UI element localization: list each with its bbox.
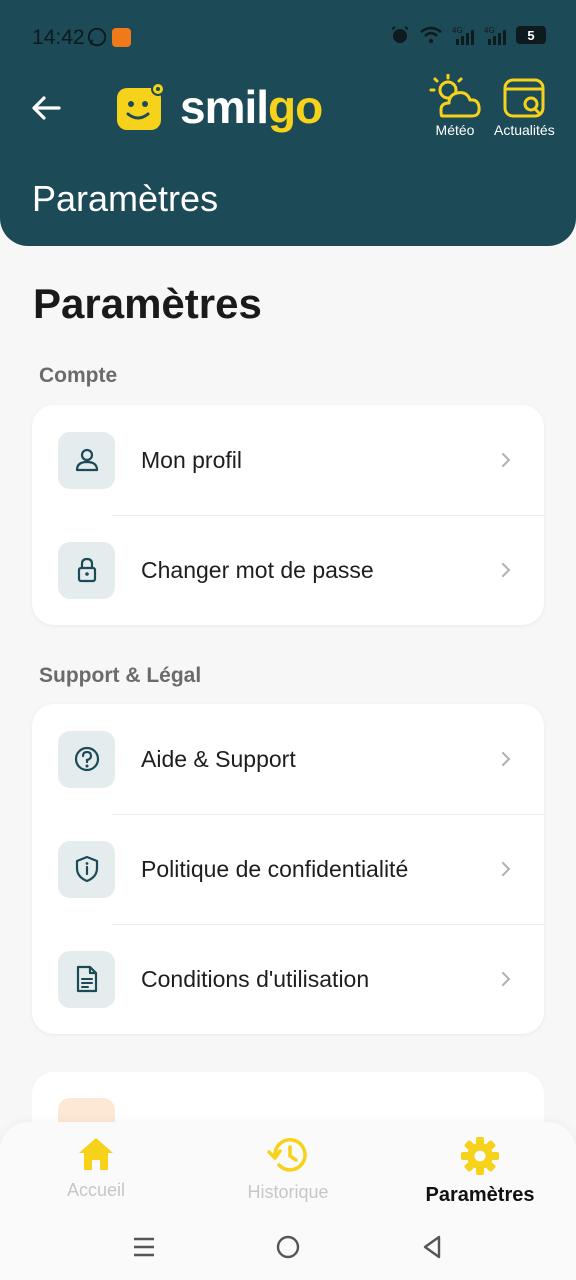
row-label: Mon profil xyxy=(141,446,242,473)
battery-icon: 5 xyxy=(516,26,546,44)
arrow-left-icon xyxy=(32,96,61,120)
user-icon xyxy=(58,431,115,489)
settings-row-changer-mot-de-passe[interactable]: Changer mot de passe xyxy=(32,515,544,625)
svg-text:4G: 4G xyxy=(452,26,463,35)
system-navigation-bar xyxy=(0,1218,576,1280)
logo-text-smil: smil xyxy=(180,81,269,133)
settings-row-mon-profil[interactable]: Mon profil xyxy=(32,405,544,515)
chevron-right-icon xyxy=(502,972,511,986)
row-label: Politique de confidentialité xyxy=(141,855,409,882)
nav-label: Historique xyxy=(247,1182,329,1202)
nav-item-accueil[interactable]: Accueil xyxy=(0,1136,192,1201)
weather-icon xyxy=(429,74,481,118)
status-icons: 4G 4G 5 xyxy=(390,25,546,45)
home-icon xyxy=(79,1138,113,1170)
circle-icon xyxy=(276,1235,300,1259)
nav-label: Accueil xyxy=(66,1180,126,1200)
help-icon xyxy=(58,730,115,788)
chevron-right-icon xyxy=(502,862,511,876)
chevron-right-icon xyxy=(502,752,511,766)
status-bar: 14:42 4G 4G 5 xyxy=(0,0,576,70)
nav-item-parametres[interactable]: Paramètres xyxy=(384,1136,576,1207)
row-label: Aide & Support xyxy=(141,745,296,772)
account-card: Mon profil Changer mot de passe xyxy=(32,405,544,625)
section-label-support: Support & Légal xyxy=(39,664,202,687)
settings-row-conditions-utilisation[interactable]: Conditions d'utilisation xyxy=(32,924,544,1034)
section-label-compte: Compte xyxy=(39,364,118,387)
smiley-logo-icon xyxy=(117,82,165,130)
signal-4g-icon: 4G xyxy=(452,26,474,45)
smilgo-logo: smilgo xyxy=(116,81,323,133)
row-label: Conditions d'utilisation xyxy=(141,965,370,992)
home-system-button[interactable] xyxy=(273,1232,303,1262)
lock-icon xyxy=(58,541,115,599)
wifi-icon xyxy=(420,26,442,43)
page-title: Paramètres xyxy=(33,280,262,327)
shield-icon xyxy=(58,840,115,898)
actualites-label: Actualités xyxy=(494,122,555,138)
gear-icon xyxy=(461,1137,499,1175)
back-system-button[interactable] xyxy=(417,1232,447,1262)
row-label: Changer mot de passe xyxy=(141,556,374,583)
support-card: Aide & Support Politique de confidential… xyxy=(32,704,544,1034)
meteo-label: Météo xyxy=(435,122,475,138)
chevron-right-icon xyxy=(502,453,511,467)
menu-icon xyxy=(134,1237,154,1257)
svg-text:4G: 4G xyxy=(484,26,495,35)
news-icon xyxy=(503,78,545,118)
signal-4g-icon-2: 4G xyxy=(484,26,506,45)
nav-item-historique[interactable]: Historique xyxy=(192,1136,384,1203)
meteo-button[interactable]: Météo xyxy=(428,74,482,138)
history-icon xyxy=(267,1138,307,1172)
header-title: Paramètres xyxy=(32,178,219,219)
app-notification-icon xyxy=(112,28,131,47)
document-icon xyxy=(58,950,115,1008)
settings-row-politique-confidentialite[interactable]: Politique de confidentialité xyxy=(32,814,544,924)
back-button[interactable] xyxy=(26,88,66,128)
whatsapp-icon xyxy=(87,27,107,47)
settings-row-aide-support[interactable]: Aide & Support xyxy=(32,704,544,814)
logo-text: smilgo xyxy=(180,81,323,133)
triangle-back-icon xyxy=(423,1235,441,1259)
actualites-button[interactable]: Actualités xyxy=(494,74,555,138)
recent-apps-button[interactable] xyxy=(129,1232,159,1262)
alarm-icon xyxy=(391,26,409,43)
app-header: 14:42 4G 4G 5 smilgo Météo Actualités Pa… xyxy=(0,0,576,246)
status-time: 14:42 xyxy=(32,26,85,49)
nav-label: Paramètres xyxy=(425,1184,535,1206)
logo-text-go: go xyxy=(268,81,323,133)
chevron-right-icon xyxy=(502,563,511,577)
